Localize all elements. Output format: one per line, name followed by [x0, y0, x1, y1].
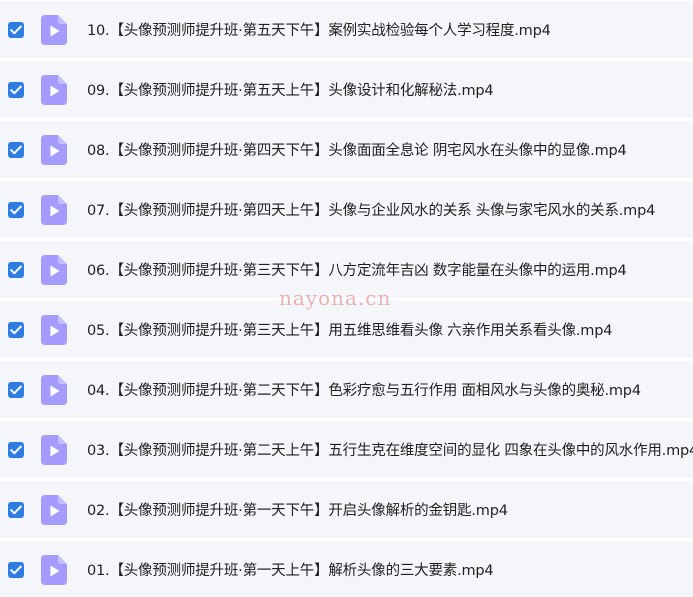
checkbox[interactable] [8, 561, 24, 578]
checkmark-icon [10, 445, 22, 454]
checkbox[interactable] [8, 21, 24, 38]
video-file-icon [41, 194, 67, 225]
checkmark-icon [10, 85, 22, 94]
file-name: 09.【头像预测师提升班·第五天上午】头像设计和化解秘法.mp4 [87, 83, 494, 99]
file-row[interactable]: 02.【头像预测师提升班·第一天下午】开启头像解析的金钥匙.mp4 [0, 481, 693, 538]
checkbox[interactable] [8, 501, 24, 518]
file-row[interactable]: 07.【头像预测师提升班·第四天上午】头像与企业风水的关系 头像与家宅风水的关系… [0, 181, 693, 238]
file-list: 10.【头像预测师提升班·第五天下午】案例实战检验每个人学习程度.mp4 09.… [0, 0, 693, 597]
video-file-icon [41, 434, 67, 465]
file-row[interactable]: 03.【头像预测师提升班·第二天上午】五行生克在维度空间的显化 四象在头像中的风… [0, 421, 693, 478]
file-row[interactable]: 10.【头像预测师提升班·第五天下午】案例实战检验每个人学习程度.mp4 [0, 1, 693, 58]
video-file-icon [41, 134, 67, 165]
checkbox[interactable] [8, 201, 24, 218]
checkbox[interactable] [8, 141, 24, 158]
file-name: 01.【头像预测师提升班·第一天上午】解析头像的三大要素.mp4 [87, 563, 494, 579]
checkmark-icon [10, 205, 22, 214]
checkmark-icon [10, 385, 22, 394]
file-row[interactable]: 05.【头像预测师提升班·第三天上午】用五维思维看头像 六亲作用关系看头像.mp… [0, 301, 693, 358]
checkbox[interactable] [8, 381, 24, 398]
file-name: 06.【头像预测师提升班·第三天下午】八方定流年吉凶 数字能量在头像中的运用.m… [87, 263, 627, 279]
checkmark-icon [10, 325, 22, 334]
video-file-icon [41, 554, 67, 585]
checkmark-icon [10, 145, 22, 154]
checkmark-icon [10, 25, 22, 34]
checkbox[interactable] [8, 81, 24, 98]
file-row[interactable]: 01.【头像预测师提升班·第一天上午】解析头像的三大要素.mp4 [0, 541, 693, 597]
video-file-icon [41, 14, 67, 45]
file-name: 05.【头像预测师提升班·第三天上午】用五维思维看头像 六亲作用关系看头像.mp… [87, 323, 613, 339]
video-file-icon [41, 494, 67, 525]
file-row[interactable]: 08.【头像预测师提升班·第四天下午】头像面面全息论 阴宅风水在头像中的显像.m… [0, 121, 693, 178]
checkmark-icon [10, 565, 22, 574]
checkmark-icon [10, 265, 22, 274]
file-name: 03.【头像预测师提升班·第二天上午】五行生克在维度空间的显化 四象在头像中的风… [87, 443, 693, 459]
file-row[interactable]: 09.【头像预测师提升班·第五天上午】头像设计和化解秘法.mp4 [0, 61, 693, 118]
checkbox[interactable] [8, 441, 24, 458]
file-row[interactable]: 06.【头像预测师提升班·第三天下午】八方定流年吉凶 数字能量在头像中的运用.m… [0, 241, 693, 298]
file-name: 07.【头像预测师提升班·第四天上午】头像与企业风水的关系 头像与家宅风水的关系… [87, 203, 656, 219]
file-row[interactable]: 04.【头像预测师提升班·第二天下午】色彩疗愈与五行作用 面相风水与头像的奥秘.… [0, 361, 693, 418]
video-file-icon [41, 74, 67, 105]
checkbox[interactable] [8, 321, 24, 338]
file-name: 02.【头像预测师提升班·第一天下午】开启头像解析的金钥匙.mp4 [87, 503, 508, 519]
file-name: 04.【头像预测师提升班·第二天下午】色彩疗愈与五行作用 面相风水与头像的奥秘.… [87, 383, 641, 399]
video-file-icon [41, 314, 67, 345]
video-file-icon [41, 374, 67, 405]
checkmark-icon [10, 505, 22, 514]
file-name: 08.【头像预测师提升班·第四天下午】头像面面全息论 阴宅风水在头像中的显像.m… [87, 143, 627, 159]
file-name: 10.【头像预测师提升班·第五天下午】案例实战检验每个人学习程度.mp4 [87, 23, 551, 39]
video-file-icon [41, 254, 67, 285]
checkbox[interactable] [8, 261, 24, 278]
